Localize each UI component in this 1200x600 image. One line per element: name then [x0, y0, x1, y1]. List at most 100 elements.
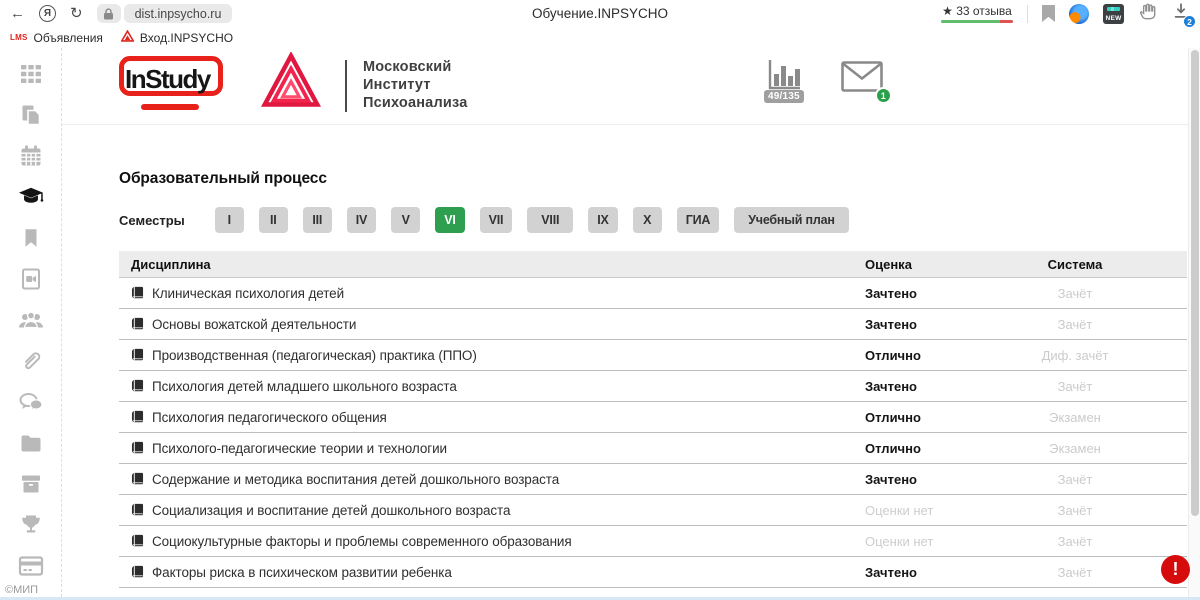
system-value: Зачёт: [995, 503, 1155, 518]
semester-button-V[interactable]: V: [391, 207, 420, 233]
semester-button-ГИА[interactable]: ГИА: [677, 207, 720, 233]
alert-notification-icon[interactable]: !: [1161, 555, 1190, 584]
browser-toolbar: ← Я ↻ dist.inpsycho.ru Обучение.INPSYCHO…: [0, 0, 1200, 27]
sidebar-item-payments[interactable]: [18, 553, 44, 579]
semester-list: IIIIIIIVVVIVIIVIIIIXXГИАУчебный план: [215, 207, 849, 233]
table-row[interactable]: Социокультурные факторы и проблемы совре…: [119, 526, 1187, 557]
sidebar-item-archive[interactable]: [18, 471, 44, 497]
sidebar-item-documents[interactable]: [18, 102, 44, 128]
bookmark-flag-icon[interactable]: [1042, 5, 1055, 22]
semester-row: Семестры IIIIIIIVVVIVIIVIIIIXXГИАУчебный…: [119, 207, 1200, 233]
book-icon: [131, 534, 144, 548]
table-row[interactable]: Клиническая психология детей Зачтено Зач…: [119, 278, 1187, 309]
system-value: Зачёт: [995, 565, 1155, 580]
app-shell: ©МИП InStudy Московский Институт Психоан…: [0, 48, 1200, 597]
semester-button-IV[interactable]: IV: [347, 207, 376, 233]
semester-button-IX[interactable]: IX: [588, 207, 617, 233]
content-area: InStudy Московский Институт Психоанализа…: [62, 48, 1200, 597]
system-value: Зачёт: [995, 379, 1155, 394]
browser-menu-icon[interactable]: Я: [39, 5, 56, 22]
table-row[interactable]: Содержание и методика воспитания детей д…: [119, 464, 1187, 495]
table-header-row: Дисциплина Оценка Система: [119, 251, 1187, 278]
reviews-rating-bar: [941, 20, 1013, 23]
sidebar-item-files[interactable]: [18, 430, 44, 456]
discipline-name: Производственная (педагогическая) практи…: [152, 348, 477, 363]
grades-table: Дисциплина Оценка Система Клиническая пс…: [119, 251, 1187, 588]
grade-value: Оценки нет: [865, 503, 995, 518]
instudy-logo-stand: [141, 104, 199, 110]
extension-sphere-icon[interactable]: [1069, 4, 1089, 24]
table-row[interactable]: Производственная (педагогическая) практи…: [119, 340, 1187, 371]
page-title: Образовательный процесс: [119, 170, 1200, 188]
sidebar-item-achievements[interactable]: [18, 512, 44, 538]
grade-value: Зачтено: [865, 565, 995, 580]
mail-button[interactable]: 1: [841, 61, 883, 97]
mail-unread-badge: 1: [875, 87, 892, 104]
semesters-label: Семестры: [119, 213, 185, 228]
sidebar-item-video-materials[interactable]: [18, 266, 44, 292]
bookmark-item[interactable]: Вход.INPSYCHO: [121, 29, 233, 47]
table-row[interactable]: Психология детей младшего школьного возр…: [119, 371, 1187, 402]
table-row[interactable]: Психология педагогического общения Отлич…: [119, 402, 1187, 433]
book-icon: [131, 472, 144, 486]
semester-button-VII[interactable]: VII: [480, 207, 513, 233]
system-value: Диф. зачёт: [995, 348, 1155, 363]
discipline-name: Психология детей младшего школьного возр…: [152, 379, 457, 394]
book-icon: [131, 348, 144, 362]
progress-stats-button[interactable]: 49/135: [764, 58, 804, 103]
system-value: Экзамен: [995, 441, 1155, 456]
table-row[interactable]: Факторы риска в психическом развитии реб…: [119, 557, 1187, 588]
refresh-icon[interactable]: ↻: [70, 6, 83, 21]
semester-button-I[interactable]: I: [215, 207, 244, 233]
discipline-name: Факторы риска в психическом развитии реб…: [152, 565, 452, 580]
grade-value: Зачтено: [865, 286, 995, 301]
hand-extension-icon[interactable]: [1138, 1, 1158, 26]
book-icon: [131, 565, 144, 579]
semester-button-X[interactable]: X: [633, 207, 662, 233]
scrollbar-thumb[interactable]: [1191, 50, 1199, 516]
discipline-name: Социализация и воспитание детей дошкольн…: [152, 503, 510, 518]
downloads-button[interactable]: 2: [1172, 2, 1190, 25]
back-icon[interactable]: ←: [10, 6, 25, 21]
institute-line-2: Институт: [363, 77, 467, 95]
instudy-logo-text: InStudy: [125, 64, 210, 95]
page-scrollbar: [1188, 48, 1200, 597]
table-row[interactable]: Социализация и воспитание детей дошкольн…: [119, 495, 1187, 526]
book-icon: [131, 379, 144, 393]
progress-badge: 49/135: [764, 90, 804, 103]
ssl-lock-icon[interactable]: [97, 4, 121, 23]
semester-button-VI[interactable]: VI: [435, 207, 464, 233]
bookmark-item[interactable]: LMSОбъявления: [10, 31, 103, 45]
table-body: Клиническая психология детей Зачтено Зач…: [119, 278, 1187, 588]
col-header-discipline: Дисциплина: [119, 257, 865, 272]
instudy-logo[interactable]: InStudy: [119, 54, 241, 118]
semester-button-III[interactable]: III: [303, 207, 332, 233]
table-row[interactable]: Психолого-педагогические теории и технол…: [119, 433, 1187, 464]
grade-value: Оценки нет: [865, 534, 995, 549]
semester-button-Учебный план[interactable]: Учебный план: [734, 207, 849, 233]
bookmark-label: Объявления: [34, 31, 103, 45]
sidebar-item-calendar[interactable]: [18, 143, 44, 169]
toolbar-divider: [1027, 5, 1028, 23]
system-value: Зачёт: [995, 534, 1155, 549]
semester-button-II[interactable]: II: [259, 207, 288, 233]
sidebar-item-groups[interactable]: [18, 307, 44, 333]
sidebar-item-messages[interactable]: [18, 389, 44, 415]
site-reviews-button[interactable]: ★ 33 отзыва: [941, 4, 1013, 23]
discipline-name: Клиническая психология детей: [152, 286, 344, 301]
sidebar-footer-copyright: ©МИП: [5, 584, 38, 596]
institute-name: Московский Институт Психоанализа: [363, 59, 467, 112]
sidebar-item-education[interactable]: [18, 184, 44, 210]
grade-value: Зачтено: [865, 379, 995, 394]
semester-button-VIII[interactable]: VIII: [527, 207, 573, 233]
sidebar-item-attachments[interactable]: [18, 348, 44, 374]
sidebar-item-apps-grid[interactable]: [18, 61, 44, 87]
address-bar[interactable]: dist.inpsycho.ru: [124, 4, 233, 23]
new-extension-icon[interactable]: NEW: [1103, 4, 1124, 24]
mip-triangle-icon: [121, 29, 134, 47]
sidebar-item-bookmark[interactable]: [18, 225, 44, 251]
grade-value: Зачтено: [865, 472, 995, 487]
reviews-label: ★ 33 отзыва: [942, 4, 1012, 18]
table-row[interactable]: Основы вожатской деятельности Зачтено За…: [119, 309, 1187, 340]
main-section: Образовательный процесс Семестры IIIIIII…: [62, 125, 1200, 588]
